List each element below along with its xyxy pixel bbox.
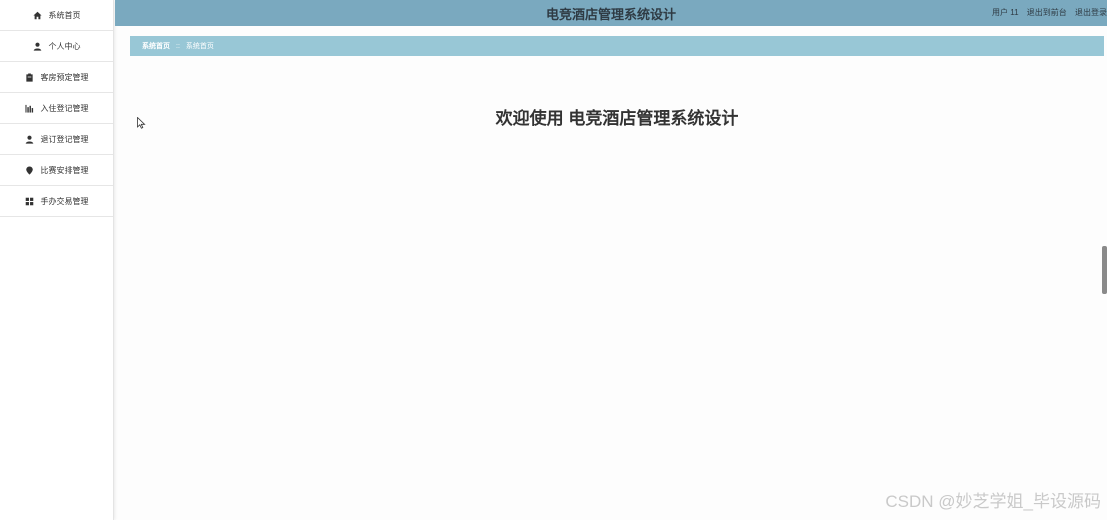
top-header: 电竞酒店管理系统设计 用户 11 退出到前台 退出登录 — [115, 0, 1107, 26]
sidebar-item-figure-trade[interactable]: 手办交易管理 — [0, 186, 113, 217]
sidebar-item-label: 系统首页 — [48, 10, 81, 20]
app-title: 电竞酒店管理系统设计 — [545, 7, 676, 22]
home-icon — [33, 10, 43, 20]
logout-link[interactable]: 退出登录 — [1075, 8, 1107, 17]
sidebar-item-label: 比赛安排管理 — [40, 165, 89, 175]
breadcrumb-item-current: 系统首页 — [185, 43, 214, 50]
sidebar-item-label: 手办交易管理 — [40, 196, 89, 206]
grid-icon — [25, 196, 35, 206]
sidebar-item-checkin[interactable]: 入住登记管理 — [0, 93, 113, 124]
sidebar-item-label: 退订登记管理 — [40, 134, 89, 144]
csdn-watermark: CSDN @妙芝学姐_毕设源码 — [885, 492, 1101, 511]
sidebar-item-label: 客房预定管理 — [40, 72, 89, 82]
scrollbar-handle[interactable] — [1102, 246, 1107, 294]
sidebar-item-cancellation[interactable]: 退订登记管理 — [0, 124, 113, 155]
user-icon — [25, 134, 35, 144]
breadcrumb-item-home[interactable]: 系统首页 — [142, 41, 170, 51]
welcome-heading: 欢迎使用 电竞酒店管理系统设计 — [495, 109, 739, 128]
breadcrumb: 系统首页 :: 系统首页 — [130, 36, 1104, 56]
user-label: 用户 11 — [992, 8, 1019, 17]
clipboard-icon — [25, 72, 35, 82]
user-icon — [33, 41, 43, 51]
sidebar-item-label: 个人中心 — [48, 41, 81, 51]
header-user-area: 用户 11 退出到前台 退出登录 — [986, 7, 1107, 18]
sidebar-item-match-schedule[interactable]: 比赛安排管理 — [0, 155, 113, 186]
sidebar-item-label: 入住登记管理 — [40, 103, 89, 113]
location-pin-icon — [25, 165, 35, 175]
mouse-cursor-icon — [137, 117, 146, 129]
breadcrumb-separator: :: — [176, 42, 180, 50]
bar-chart-icon — [25, 103, 35, 113]
exit-to-front-link[interactable]: 退出到前台 — [1027, 8, 1067, 17]
sidebar-item-home[interactable]: 系统首页 — [0, 0, 113, 31]
sidebar: 系统首页 个人中心 客房预定管理 入住登记管理 退订登记管理 比赛安排管理 手办… — [0, 0, 114, 520]
sidebar-item-room-booking[interactable]: 客房预定管理 — [0, 62, 113, 93]
sidebar-item-personal-center[interactable]: 个人中心 — [0, 31, 113, 62]
